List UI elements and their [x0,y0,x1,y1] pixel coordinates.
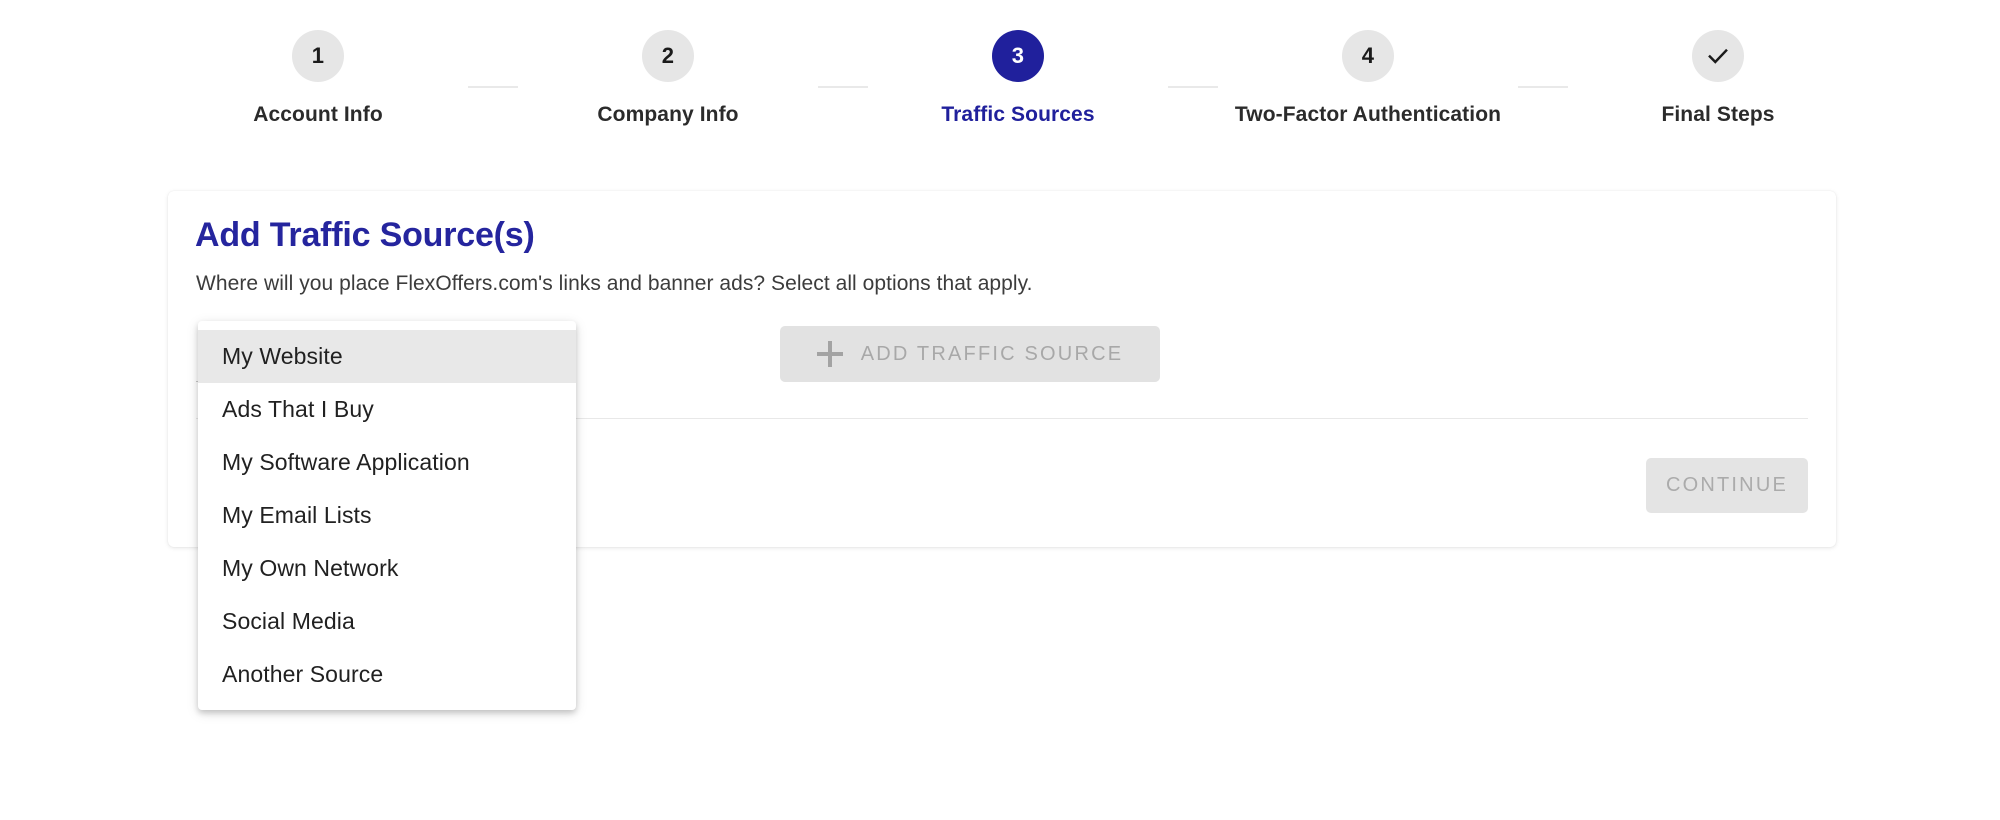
check-icon [1708,48,1728,64]
step-number: 3 [1011,43,1025,68]
step-indicator-circle: 4 [1342,30,1394,82]
step-indicator-circle [1692,30,1744,82]
stepper-connector-1 [468,86,518,88]
dropdown-option-ads-that-i-buy[interactable]: Ads That I Buy [198,383,576,436]
plus-icon [816,341,843,367]
step-label: Traffic Sources [941,103,1095,126]
step-indicator-circle: 1 [292,30,344,82]
step-label: Two-Factor Authentication [1234,103,1502,126]
add-traffic-source-label: ADD TRAFFIC SOURCE [860,342,1124,365]
step-label: Account Info [253,103,383,126]
traffic-source-dropdown-menu[interactable]: My Website Ads That I Buy My Software Ap… [198,321,576,710]
step-indicator-circle: 3 [992,30,1044,82]
add-traffic-source-button[interactable]: ADD TRAFFIC SOURCE [780,326,1160,382]
stepper-step-traffic-sources[interactable]: 3 Traffic Sources [868,30,1168,127]
page-title: Add Traffic Source(s) [195,216,535,254]
stepper-step-company-info[interactable]: 2 Company Info [518,30,818,127]
continue-button[interactable]: CONTINUE [1646,458,1808,513]
step-label: Final Steps [1661,103,1775,126]
stepper-connector-3 [1168,86,1218,88]
stepper-step-final-steps[interactable]: Final Steps [1568,30,1868,127]
dropdown-option-my-software-application[interactable]: My Software Application [198,436,576,489]
step-indicator-circle: 2 [642,30,694,82]
card-subtitle: Where will you place FlexOffers.com's li… [196,272,1033,295]
dropdown-option-my-email-lists[interactable]: My Email Lists [198,489,576,542]
dropdown-option-my-website[interactable]: My Website [198,330,576,383]
dropdown-option-my-own-network[interactable]: My Own Network [198,542,576,595]
stepper-connector-4 [1518,86,1568,88]
wizard-stepper: 1 Account Info 2 Company Info 3 Traffic … [168,30,1868,150]
stepper-step-account-info[interactable]: 1 Account Info [168,30,468,127]
step-number: 2 [661,43,675,68]
stepper-connector-2 [818,86,868,88]
step-number: 1 [311,43,325,68]
step-label: Company Info [597,103,739,126]
step-number: 4 [1361,43,1375,68]
stepper-step-two-factor-authentication[interactable]: 4 Two-Factor Authentication [1218,30,1518,127]
registration-wizard-page: 1 Account Info 2 Company Info 3 Traffic … [0,0,2000,820]
dropdown-option-another-source[interactable]: Another Source [198,648,576,701]
dropdown-option-social-media[interactable]: Social Media [198,595,576,648]
